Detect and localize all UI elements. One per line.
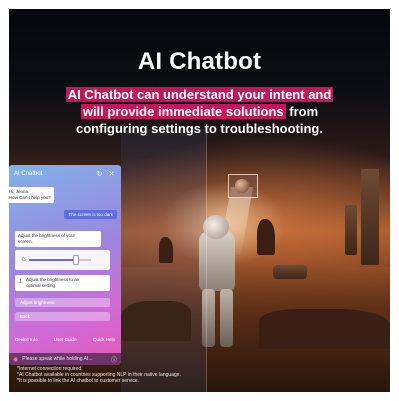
- quick-help-link[interactable]: Quick Help: [93, 337, 115, 345]
- close-icon[interactable]: ✕: [107, 170, 116, 178]
- brightness-icon: ☼: [20, 254, 28, 263]
- option-text: optimal setting.: [26, 282, 57, 288]
- voice-input-bar[interactable]: ◉ Please speak while holding AI... ⓘ: [9, 353, 121, 365]
- brightness-slider-fill: [29, 259, 76, 261]
- rock-ridge: [259, 309, 390, 349]
- user-guide-link[interactable]: User Guide: [54, 337, 77, 345]
- rock-formation: [159, 237, 173, 263]
- subtitle: AI Chatbot can understand your intent an…: [9, 86, 390, 137]
- chatbot-title: AI Chatbot: [14, 171, 43, 177]
- disclaimer-line: *It is possible to link the AI chatbot t…: [17, 378, 140, 384]
- ruin-tower: [361, 169, 379, 265]
- greeting-line: How Can I help you?: [9, 195, 51, 200]
- refresh-icon[interactable]: ↻: [95, 170, 104, 178]
- brightness-slider-handle[interactable]: [72, 255, 79, 265]
- ruin-tower: [345, 205, 357, 255]
- help-icon[interactable]: ⓘ: [111, 355, 117, 364]
- rover-vehicle: [273, 265, 307, 279]
- rock-ridge: [121, 301, 191, 341]
- disclaimer-notes: *Internet connection required. *AI Chatb…: [17, 366, 317, 384]
- user-message-bubble: The screen is too dark: [64, 210, 117, 219]
- subtitle-text: configuring settings to troubleshooting.: [76, 121, 323, 136]
- astronaut-body: [199, 231, 235, 291]
- voice-prompt: Please speak while holding AI...: [22, 356, 93, 362]
- subtitle-highlight: will provide immediate solutions: [80, 104, 286, 119]
- chatbot-header: AI Chatbot ↻ ✕: [9, 165, 121, 183]
- subtitle-highlight: AI Chatbot can understand your intent an…: [65, 87, 334, 102]
- page-title: AI Chatbot: [137, 48, 262, 75]
- subtitle-text: from: [285, 104, 319, 119]
- bot-greeting-bubble: Hi, Jenna. How Can I help you?: [6, 187, 54, 203]
- rock-formation: [257, 219, 275, 255]
- planet-icon: [235, 179, 249, 193]
- adjust-brightness-button[interactable]: Adjust brightness: [15, 298, 110, 307]
- chatbot-footer: Device Info User Guide Quick Help: [9, 337, 121, 345]
- bot-reply-line: screen.: [18, 239, 33, 244]
- brightness-slider-card: ☼: [15, 250, 110, 270]
- microphone-icon: ◉: [13, 356, 19, 363]
- device-info-link[interactable]: Device Info: [15, 337, 38, 345]
- astronaut-leg: [220, 289, 233, 347]
- comparison-divider: [206, 129, 207, 392]
- back-button[interactable]: Back: [15, 312, 110, 321]
- bot-reply-bubble: Adjust the brightness of your screen.: [15, 231, 101, 247]
- option-number: 1: [19, 279, 22, 285]
- astronaut-leg: [202, 289, 215, 347]
- option-card[interactable]: 1 Adjust the brightness to an optimal se…: [15, 275, 110, 291]
